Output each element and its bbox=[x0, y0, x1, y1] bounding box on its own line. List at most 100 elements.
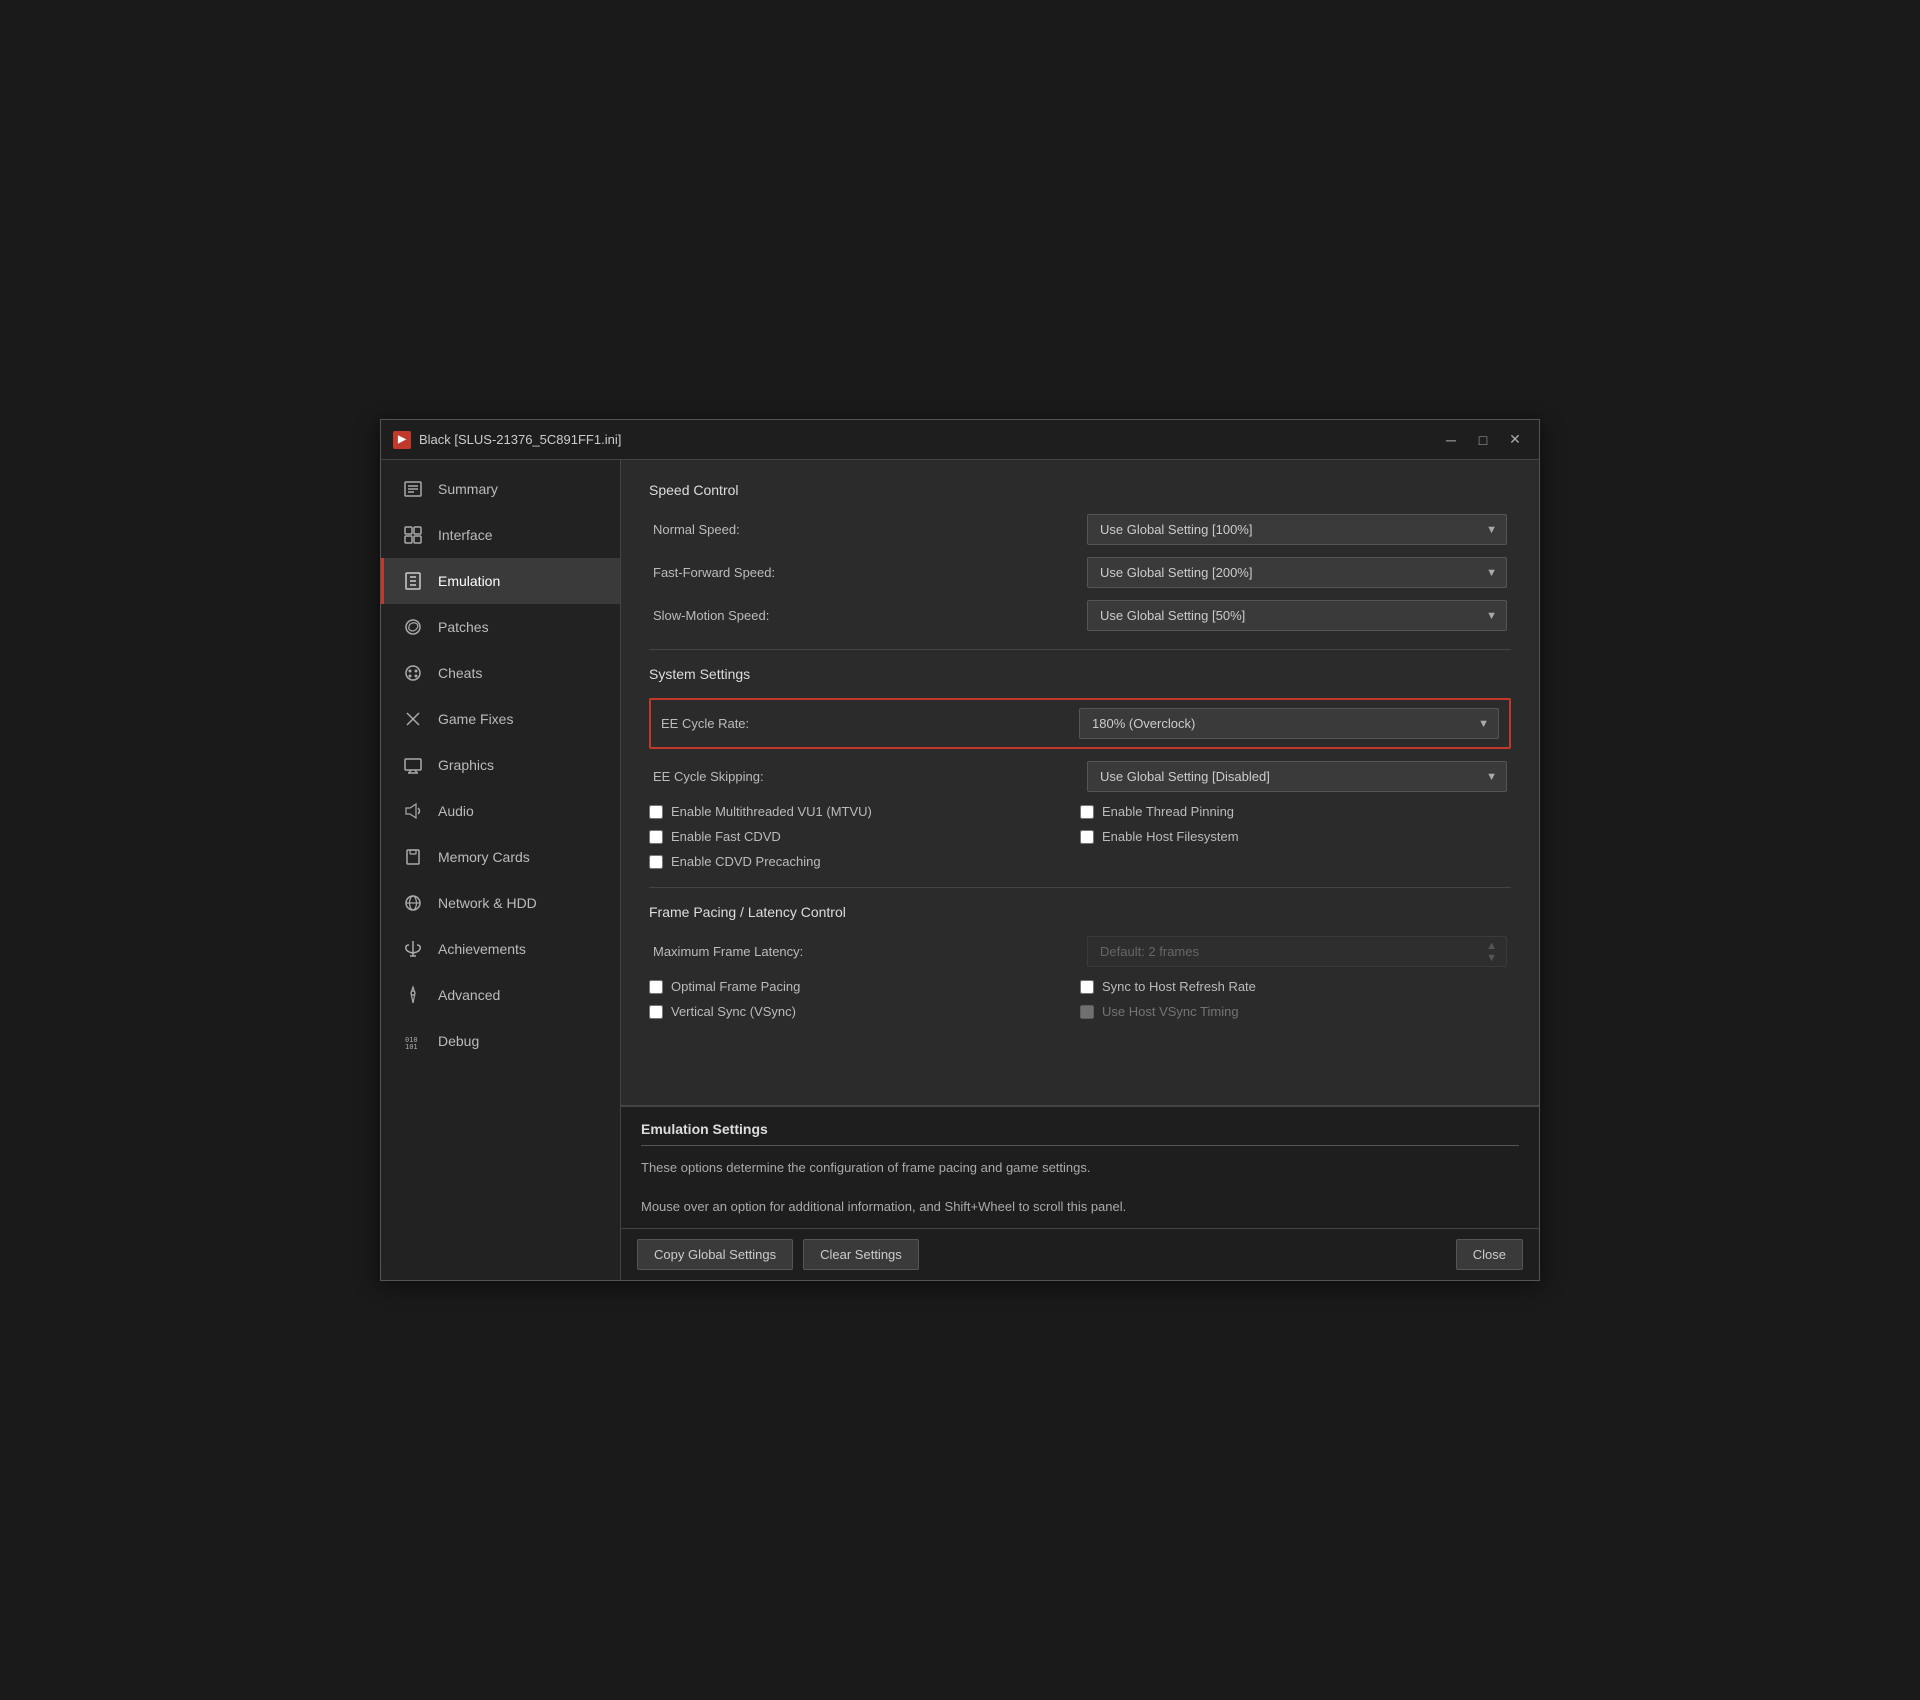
mtvu-checkbox[interactable] bbox=[649, 805, 663, 819]
host-filesystem-label: Enable Host Filesystem bbox=[1102, 829, 1239, 844]
separator-2 bbox=[649, 887, 1511, 888]
sidebar-item-interface[interactable]: Interface bbox=[381, 512, 620, 558]
bottom-info-line-2: Mouse over an option for additional info… bbox=[641, 1197, 1519, 1218]
sidebar-label-gamefixes: Game Fixes bbox=[438, 711, 513, 727]
sidebar-label-network: Network & HDD bbox=[438, 895, 537, 911]
sidebar-label-interface: Interface bbox=[438, 527, 492, 543]
network-icon bbox=[402, 892, 424, 914]
footer: Copy Global Settings Clear Settings Clos… bbox=[621, 1228, 1539, 1280]
cdvd-precaching-checkbox[interactable] bbox=[649, 855, 663, 869]
max-frame-latency-wrapper: Default: 2 frames ▲▼ bbox=[1087, 936, 1507, 967]
host-filesystem-checkbox[interactable] bbox=[1080, 830, 1094, 844]
sidebar-item-summary[interactable]: Summary bbox=[381, 466, 620, 512]
max-frame-latency-label: Maximum Frame Latency: bbox=[653, 944, 803, 959]
sidebar-label-advanced: Advanced bbox=[438, 987, 500, 1003]
copy-global-settings-button[interactable]: Copy Global Settings bbox=[637, 1239, 793, 1270]
max-frame-latency-row: Maximum Frame Latency: Default: 2 frames… bbox=[649, 936, 1511, 967]
ee-cycle-rate-select-wrapper: 180% (Overclock) ▼ bbox=[1079, 708, 1499, 739]
sidebar-item-cheats[interactable]: Cheats bbox=[381, 650, 620, 696]
thread-pinning-item: Enable Thread Pinning bbox=[1080, 804, 1511, 819]
sidebar: Summary Interface bbox=[381, 460, 621, 1280]
cdvd-precaching-item: Enable CDVD Precaching bbox=[649, 854, 1080, 869]
sidebar-item-audio[interactable]: Audio bbox=[381, 788, 620, 834]
sidebar-item-memorycards[interactable]: Memory Cards bbox=[381, 834, 620, 880]
sidebar-item-graphics[interactable]: Graphics bbox=[381, 742, 620, 788]
maximize-button[interactable]: □ bbox=[1471, 428, 1495, 452]
sidebar-item-debug[interactable]: 010 101 Debug bbox=[381, 1018, 620, 1064]
ee-cycle-rate-label: EE Cycle Rate: bbox=[661, 716, 749, 731]
fast-forward-select[interactable]: Use Global Setting [200%] bbox=[1087, 557, 1507, 588]
fast-cdvd-checkbox[interactable] bbox=[649, 830, 663, 844]
optimal-frame-pacing-label: Optimal Frame Pacing bbox=[671, 979, 800, 994]
slow-motion-select[interactable]: Use Global Setting [50%] bbox=[1087, 600, 1507, 631]
sidebar-item-patches[interactable]: Patches bbox=[381, 604, 620, 650]
mtvu-label: Enable Multithreaded VU1 (MTVU) bbox=[671, 804, 872, 819]
sidebar-item-advanced[interactable]: Advanced bbox=[381, 972, 620, 1018]
sync-host-refresh-checkbox[interactable] bbox=[1080, 980, 1094, 994]
ee-cycle-rate-row: EE Cycle Rate: 180% (Overclock) ▼ bbox=[649, 698, 1511, 749]
titlebar-left: ▶ Black [SLUS-21376_5C891FF1.ini] bbox=[393, 431, 621, 449]
fast-forward-label: Fast-Forward Speed: bbox=[653, 565, 775, 580]
thread-pinning-checkbox[interactable] bbox=[1080, 805, 1094, 819]
optimal-frame-pacing-checkbox[interactable] bbox=[649, 980, 663, 994]
sidebar-item-emulation[interactable]: Emulation bbox=[381, 558, 620, 604]
vsync-checkbox[interactable] bbox=[649, 1005, 663, 1019]
ee-cycle-rate-select[interactable]: 180% (Overclock) bbox=[1079, 708, 1499, 739]
fast-forward-select-wrapper: Use Global Setting [200%] ▼ bbox=[1087, 557, 1507, 588]
sidebar-label-audio: Audio bbox=[438, 803, 474, 819]
sidebar-item-achievements[interactable]: Achievements bbox=[381, 926, 620, 972]
thread-pinning-label: Enable Thread Pinning bbox=[1102, 804, 1234, 819]
bottom-info-divider bbox=[641, 1145, 1519, 1146]
patches-icon bbox=[402, 616, 424, 638]
vsync-label: Vertical Sync (VSync) bbox=[671, 1004, 796, 1019]
bottom-info-line-1: These options determine the configuratio… bbox=[641, 1158, 1519, 1179]
summary-icon bbox=[402, 478, 424, 500]
titlebar-close-button[interactable]: ✕ bbox=[1503, 428, 1527, 452]
close-button[interactable]: Close bbox=[1456, 1239, 1523, 1270]
interface-icon bbox=[402, 524, 424, 546]
frame-pacing-title: Frame Pacing / Latency Control bbox=[649, 904, 1511, 920]
window-title: Black [SLUS-21376_5C891FF1.ini] bbox=[419, 432, 621, 447]
system-checkboxes: Enable Multithreaded VU1 (MTVU) Enable T… bbox=[649, 804, 1511, 869]
emulation-icon bbox=[402, 570, 424, 592]
bottom-info-title: Emulation Settings bbox=[641, 1121, 1519, 1137]
host-vsync-timing-label: Use Host VSync Timing bbox=[1102, 1004, 1239, 1019]
memorycards-icon bbox=[402, 846, 424, 868]
debug-icon: 010 101 bbox=[402, 1030, 424, 1052]
svg-text:101: 101 bbox=[405, 1043, 418, 1051]
titlebar-controls: ─ □ ✕ bbox=[1439, 428, 1527, 452]
sync-host-refresh-item: Sync to Host Refresh Rate bbox=[1080, 979, 1511, 994]
titlebar: ▶ Black [SLUS-21376_5C891FF1.ini] ─ □ ✕ bbox=[381, 420, 1539, 460]
content-scroll: Speed Control Normal Speed: Use Global S… bbox=[621, 460, 1539, 1105]
minimize-button[interactable]: ─ bbox=[1439, 428, 1463, 452]
normal-speed-label: Normal Speed: bbox=[653, 522, 740, 537]
sidebar-label-cheats: Cheats bbox=[438, 665, 482, 681]
sidebar-label-memorycards: Memory Cards bbox=[438, 849, 530, 865]
achievements-icon bbox=[402, 938, 424, 960]
ee-cycle-skipping-select-wrapper: Use Global Setting [Disabled] ▼ bbox=[1087, 761, 1507, 792]
host-vsync-timing-checkbox bbox=[1080, 1005, 1094, 1019]
ee-cycle-skipping-select[interactable]: Use Global Setting [Disabled] bbox=[1087, 761, 1507, 792]
host-filesystem-item: Enable Host Filesystem bbox=[1080, 829, 1511, 844]
clear-settings-button[interactable]: Clear Settings bbox=[803, 1239, 919, 1270]
mtvu-item: Enable Multithreaded VU1 (MTVU) bbox=[649, 804, 1080, 819]
sidebar-label-debug: Debug bbox=[438, 1033, 479, 1049]
speed-control-title: Speed Control bbox=[649, 482, 1511, 498]
fast-cdvd-item: Enable Fast CDVD bbox=[649, 829, 1080, 844]
ee-cycle-skipping-row: EE Cycle Skipping: Use Global Setting [D… bbox=[649, 761, 1511, 792]
main-layout: Summary Interface bbox=[381, 460, 1539, 1280]
vsync-item: Vertical Sync (VSync) bbox=[649, 1004, 1080, 1019]
max-frame-latency-display: Default: 2 frames bbox=[1087, 936, 1507, 967]
sidebar-label-emulation: Emulation bbox=[438, 573, 500, 589]
sidebar-item-gamefixes[interactable]: Game Fixes bbox=[381, 696, 620, 742]
normal-speed-select[interactable]: Use Global Setting [100%] bbox=[1087, 514, 1507, 545]
app-icon: ▶ bbox=[393, 431, 411, 449]
gamefixes-icon bbox=[402, 708, 424, 730]
sidebar-label-graphics: Graphics bbox=[438, 757, 494, 773]
normal-speed-row: Normal Speed: Use Global Setting [100%] … bbox=[649, 514, 1511, 545]
cdvd-precaching-label: Enable CDVD Precaching bbox=[671, 854, 821, 869]
separator-1 bbox=[649, 649, 1511, 650]
sidebar-item-network[interactable]: Network & HDD bbox=[381, 880, 620, 926]
normal-speed-select-wrapper: Use Global Setting [100%] ▼ bbox=[1087, 514, 1507, 545]
fast-cdvd-label: Enable Fast CDVD bbox=[671, 829, 781, 844]
